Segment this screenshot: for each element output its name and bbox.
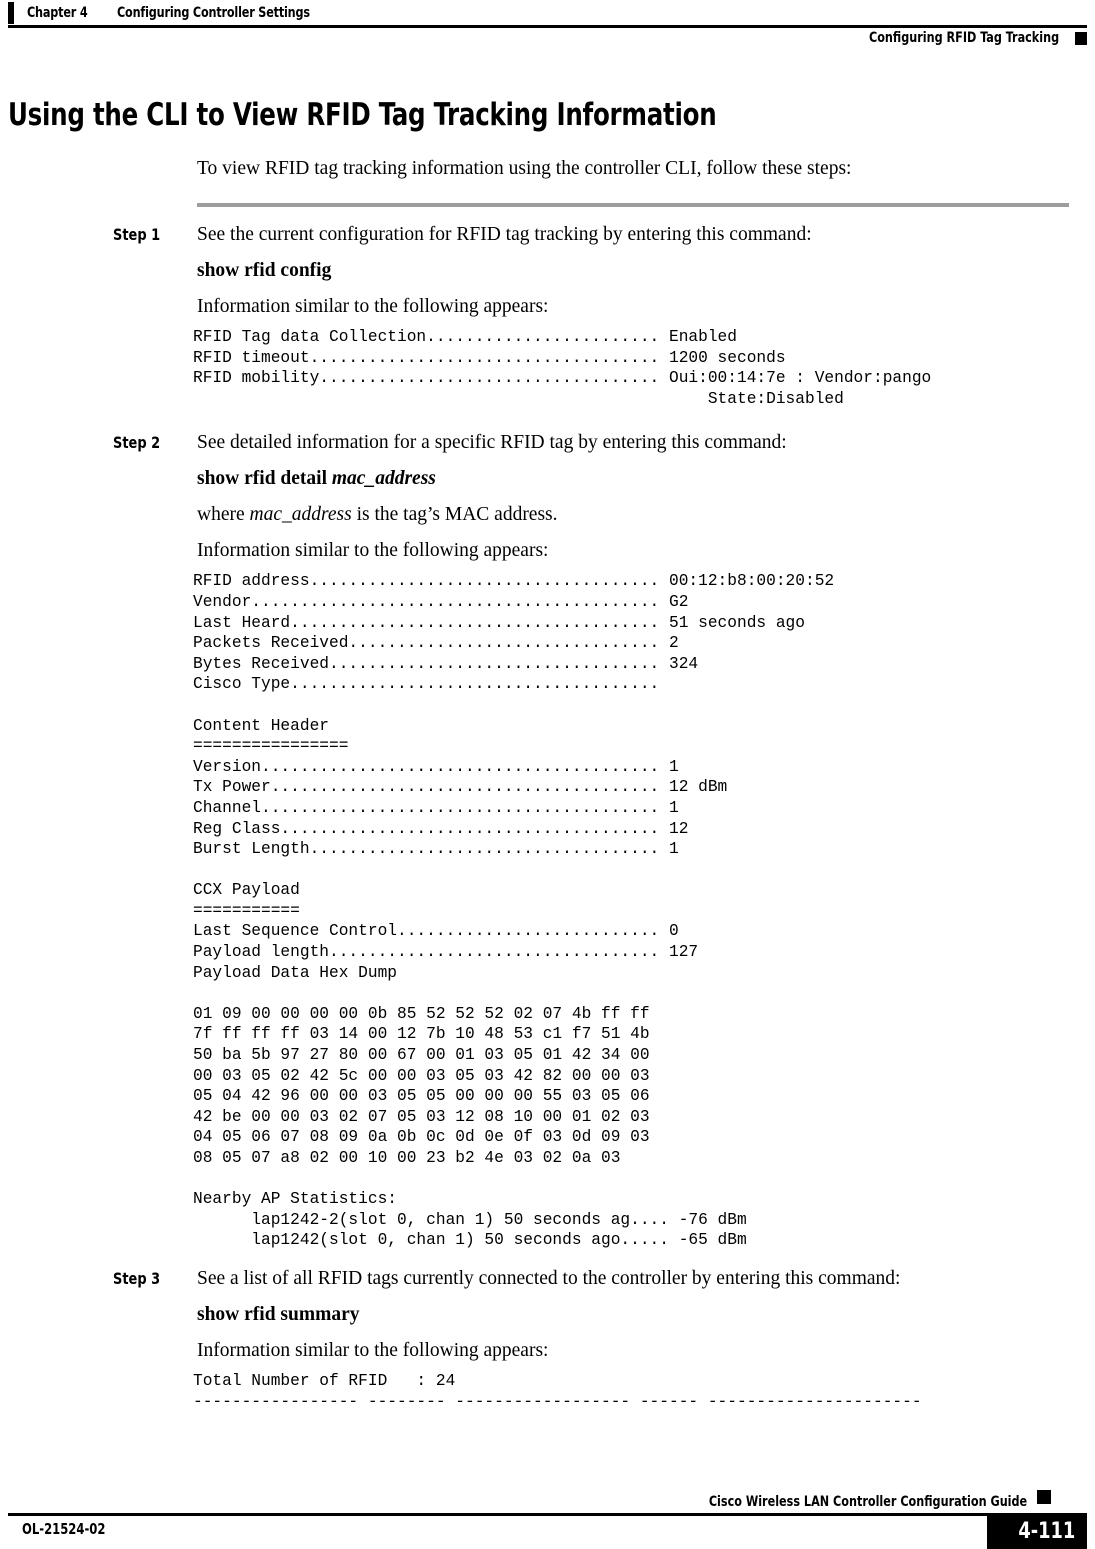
header-chapter-row: Chapter 4 Configuring Controller Setting… bbox=[0, 0, 342, 25]
step-text: See a list of all RFID tags currently co… bbox=[197, 1267, 901, 1289]
step-label: Step 2 bbox=[113, 433, 161, 453]
step-text: See the current configuration for RFID t… bbox=[197, 224, 812, 245]
footer-rule bbox=[8, 1513, 1087, 1516]
cli-output: RFID Tag data Collection................… bbox=[193, 328, 932, 408]
where-argument: mac_address bbox=[249, 504, 352, 526]
document-content: Using the CLI to View RFID Tag Tracking … bbox=[0, 95, 1095, 1412]
page-header: Chapter 4 Configuring Controller Setting… bbox=[0, 0, 1095, 48]
header-right-box-decoration bbox=[1075, 31, 1087, 45]
header-section-row: Configuring RFID Tag Tracking bbox=[838, 26, 1087, 50]
cli-command-name: show rfid summary bbox=[197, 1303, 360, 1325]
cli-command: show rfid summary bbox=[197, 1303, 1095, 1327]
step-label: Step 3 bbox=[113, 1268, 161, 1288]
where-prefix: where bbox=[197, 504, 250, 526]
footer-guide-title: Cisco Wireless LAN Controller Configurat… bbox=[708, 1494, 1027, 1510]
header-chapter-title: Configuring Controller Settings bbox=[117, 4, 311, 21]
where-clause: where mac_address is the tag’s MAC addre… bbox=[197, 503, 1035, 527]
cli-command-name: show rfid config bbox=[197, 260, 332, 281]
cli-command-name: show rfid detail bbox=[197, 468, 328, 490]
header-section-title: Configuring RFID Tag Tracking bbox=[868, 30, 1059, 46]
cli-output: RFID address............................… bbox=[193, 572, 835, 1250]
cli-command: show rfid config bbox=[197, 259, 1095, 283]
step-row: Step 2 See detailed information for a sp… bbox=[113, 431, 1095, 455]
page-footer: Cisco Wireless LAN Controller Configurat… bbox=[0, 1480, 1095, 1549]
step-row: Step 3 See a list of all RFID tags curre… bbox=[113, 1267, 1095, 1291]
cli-output: Total Number of RFID : 24 --------------… bbox=[193, 1371, 922, 1411]
footer-notch-decoration bbox=[1037, 1490, 1051, 1504]
footer-page-number: 4-111 bbox=[1018, 1518, 1075, 1544]
result-intro: Information similar to the following app… bbox=[197, 296, 549, 317]
footer-page-number-box: 4-111 bbox=[987, 1513, 1087, 1549]
cli-command-argument: mac_address bbox=[331, 468, 436, 490]
step-row: Step 1 See the current configuration for… bbox=[113, 223, 1095, 247]
footer-document-id: OL-21524-02 bbox=[22, 1520, 106, 1538]
result-intro: Information similar to the following app… bbox=[197, 540, 549, 562]
header-chapter-number: Chapter 4 bbox=[27, 4, 88, 21]
step-text: See detailed information for a specific … bbox=[197, 432, 787, 454]
intro-paragraph: To view RFID tag tracking information us… bbox=[197, 158, 852, 179]
header-left-bar-decoration bbox=[8, 1, 14, 24]
where-suffix: is the tag’s MAC address. bbox=[351, 504, 558, 526]
page-title: Using the CLI to View RFID Tag Tracking … bbox=[8, 97, 717, 133]
result-intro: Information similar to the following app… bbox=[197, 1339, 549, 1361]
cli-command: show rfid detail mac_address bbox=[197, 467, 1095, 491]
step-label: Step 1 bbox=[113, 225, 161, 244]
